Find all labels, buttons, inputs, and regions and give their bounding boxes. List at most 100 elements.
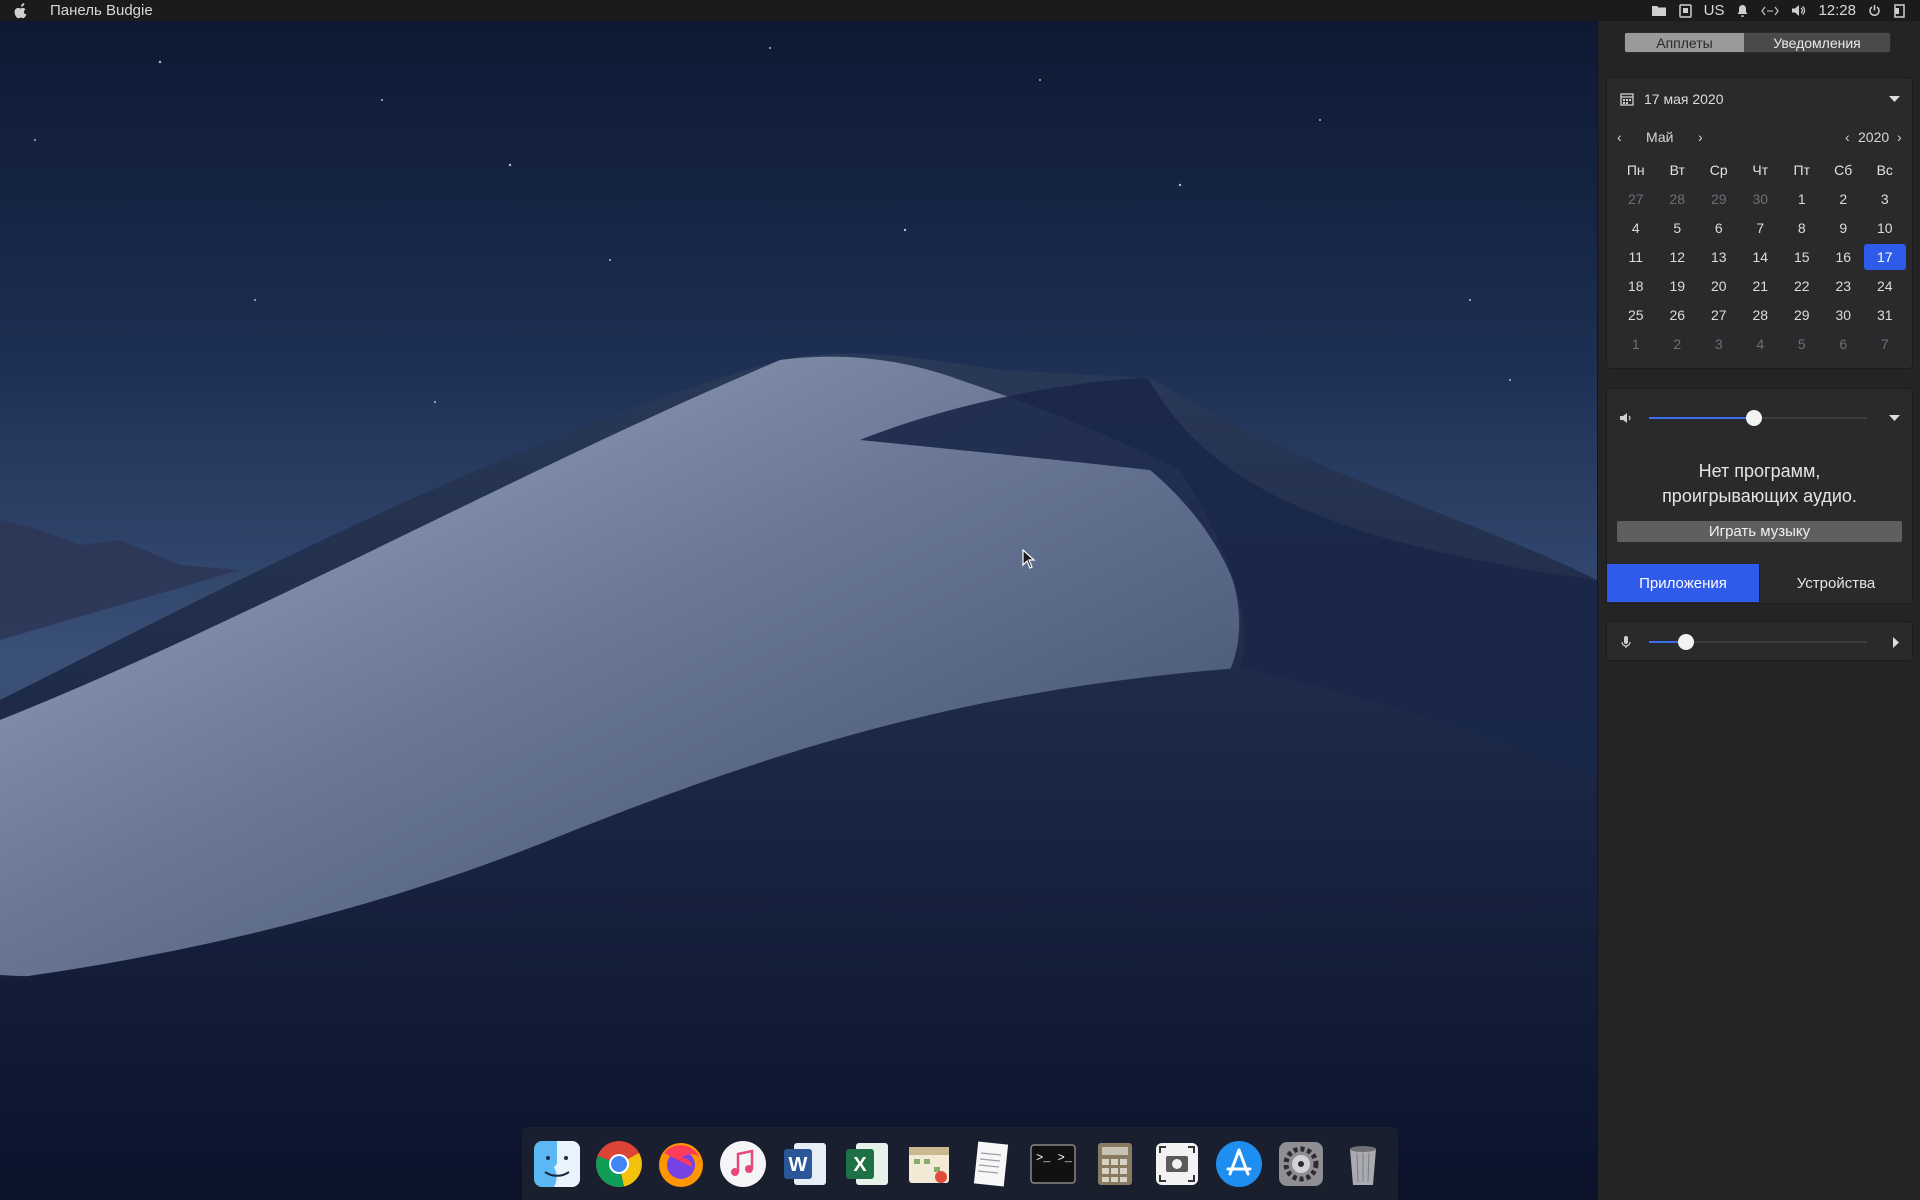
folder-icon[interactable] <box>1651 3 1667 19</box>
play-music-button[interactable]: Играть музыку <box>1617 521 1902 542</box>
terminal-icon[interactable]: >_ >_ <box>1027 1138 1078 1189</box>
calendar-day[interactable]: 5 <box>1781 331 1823 357</box>
calendar-day[interactable]: 26 <box>1657 302 1699 328</box>
calendar-day[interactable]: 13 <box>1698 244 1740 270</box>
settings-icon[interactable] <box>1275 1138 1326 1189</box>
excel-icon[interactable]: X <box>841 1138 892 1189</box>
calendar-week-row: 1234567 <box>1615 329 1906 358</box>
apple-icon[interactable] <box>12 2 30 20</box>
calendar-day[interactable]: 14 <box>1740 244 1782 270</box>
calendar-day[interactable]: 27 <box>1698 302 1740 328</box>
calendar-day[interactable]: 6 <box>1823 331 1865 357</box>
clock[interactable]: 12:28 <box>1818 2 1856 19</box>
weekday-label: Сб <box>1834 161 1853 178</box>
next-year-icon[interactable]: › <box>1897 129 1902 145</box>
trash-icon[interactable] <box>1337 1138 1388 1189</box>
prev-year-icon[interactable]: ‹ <box>1845 129 1850 145</box>
logout-icon[interactable] <box>1893 3 1906 19</box>
prev-month-icon[interactable]: ‹ <box>1617 129 1622 145</box>
calendar-day[interactable]: 31 <box>1864 302 1906 328</box>
calendar-day[interactable]: 21 <box>1740 273 1782 299</box>
panel-menu-title[interactable]: Панель Budgie <box>50 2 153 19</box>
calendar-day[interactable]: 29 <box>1698 186 1740 212</box>
calendar-day[interactable]: 6 <box>1698 215 1740 241</box>
calendar-day[interactable]: 15 <box>1781 244 1823 270</box>
chevron-down-icon[interactable] <box>1889 95 1900 103</box>
calendar-day[interactable]: 10 <box>1864 215 1906 241</box>
microphone-icon[interactable] <box>1619 635 1633 649</box>
mouse-cursor-icon <box>1022 549 1036 569</box>
svg-text:W: W <box>788 1154 807 1176</box>
text-editor-icon[interactable] <box>965 1138 1016 1189</box>
speaker-icon[interactable] <box>1619 412 1633 424</box>
calendar-day[interactable]: 29 <box>1781 302 1823 328</box>
tab-devices[interactable]: Устройства <box>1759 564 1912 602</box>
calendar-day[interactable]: 12 <box>1657 244 1699 270</box>
input-volume-knob[interactable] <box>1678 634 1695 650</box>
calendar-day[interactable]: 3 <box>1864 186 1906 212</box>
weekday-label: Ср <box>1709 161 1728 178</box>
calendar-day[interactable]: 1 <box>1615 331 1657 357</box>
sd-card-icon[interactable] <box>1678 3 1692 19</box>
calendar-week-row: 25 26 27 28 29 30 31 <box>1615 300 1906 329</box>
year-label: 2020 <box>1858 129 1890 145</box>
output-volume-knob[interactable] <box>1745 410 1762 426</box>
input-volume-row <box>1619 630 1900 654</box>
calendar-day[interactable]: 22 <box>1781 273 1823 299</box>
calculator-icon[interactable] <box>1089 1138 1140 1189</box>
calendar-day[interactable]: 4 <box>1615 215 1657 241</box>
weekday-header: Пн Вт Ср Чт Пт Сб Вс <box>1615 155 1906 184</box>
calendar-day[interactable]: 7 <box>1864 331 1906 357</box>
calendar-day[interactable]: 30 <box>1740 186 1782 212</box>
svg-text:X: X <box>853 1154 867 1176</box>
output-volume-fill <box>1649 417 1754 419</box>
bell-icon[interactable] <box>1736 3 1749 19</box>
screenshot-icon[interactable] <box>1151 1138 1202 1189</box>
next-month-icon[interactable]: › <box>1698 129 1703 145</box>
finder-icon[interactable] <box>531 1138 582 1189</box>
calendar-day[interactable]: 28 <box>1657 186 1699 212</box>
keyboard-layout[interactable]: US <box>1704 2 1725 19</box>
calendar-day[interactable]: 16 <box>1823 244 1865 270</box>
tab-notifications[interactable]: Уведомления <box>1744 33 1890 52</box>
output-volume-slider[interactable] <box>1649 410 1867 426</box>
calendar-day[interactable]: 5 <box>1657 215 1699 241</box>
calendar-app-icon[interactable] <box>903 1138 954 1189</box>
chevron-right-icon[interactable] <box>1893 636 1900 648</box>
calendar-day[interactable]: 25 <box>1615 302 1657 328</box>
calendar-day[interactable]: 27 <box>1615 186 1657 212</box>
firefox-icon[interactable] <box>655 1138 706 1189</box>
calendar-day[interactable]: 2 <box>1823 186 1865 212</box>
calendar-day[interactable]: 4 <box>1740 331 1782 357</box>
chevron-down-icon[interactable] <box>1889 414 1900 422</box>
calendar-day[interactable]: 28 <box>1740 302 1782 328</box>
calendar-header[interactable]: 17 мая 2020 <box>1620 87 1900 111</box>
power-icon[interactable] <box>1868 3 1881 19</box>
calendar-day[interactable]: 3 <box>1698 331 1740 357</box>
calendar-day[interactable]: 18 <box>1615 273 1657 299</box>
calendar-day[interactable]: 2 <box>1657 331 1699 357</box>
calendar-day[interactable]: 1 <box>1781 186 1823 212</box>
chrome-icon[interactable] <box>593 1138 644 1189</box>
calendar-day[interactable]: 17 <box>1864 243 1906 270</box>
calendar-day[interactable]: 19 <box>1657 273 1699 299</box>
calendar-day[interactable]: 8 <box>1781 215 1823 241</box>
calendar-day[interactable]: 9 <box>1823 215 1865 241</box>
weekday-label: Вс <box>1876 161 1893 178</box>
music-icon[interactable] <box>717 1138 768 1189</box>
input-volume-slider[interactable] <box>1649 634 1867 650</box>
word-icon[interactable]: W <box>779 1138 830 1189</box>
calendar-day[interactable]: 7 <box>1740 215 1782 241</box>
calendar-day[interactable]: 11 <box>1615 244 1657 270</box>
tab-apps[interactable]: Приложения <box>1607 564 1759 602</box>
calendar-day[interactable]: 30 <box>1823 302 1865 328</box>
network-icon[interactable] <box>1761 3 1780 19</box>
calendar-day[interactable]: 23 <box>1823 273 1865 299</box>
tab-applets[interactable]: Апплеты <box>1625 33 1744 52</box>
calendar-day[interactable]: 20 <box>1698 273 1740 299</box>
calendar-day[interactable]: 24 <box>1864 273 1906 299</box>
volume-icon[interactable] <box>1791 3 1806 19</box>
weekday-label: Вт <box>1669 161 1685 178</box>
dock: W X >_ >_ <box>522 1127 1398 1200</box>
app-store-icon[interactable] <box>1213 1138 1264 1189</box>
